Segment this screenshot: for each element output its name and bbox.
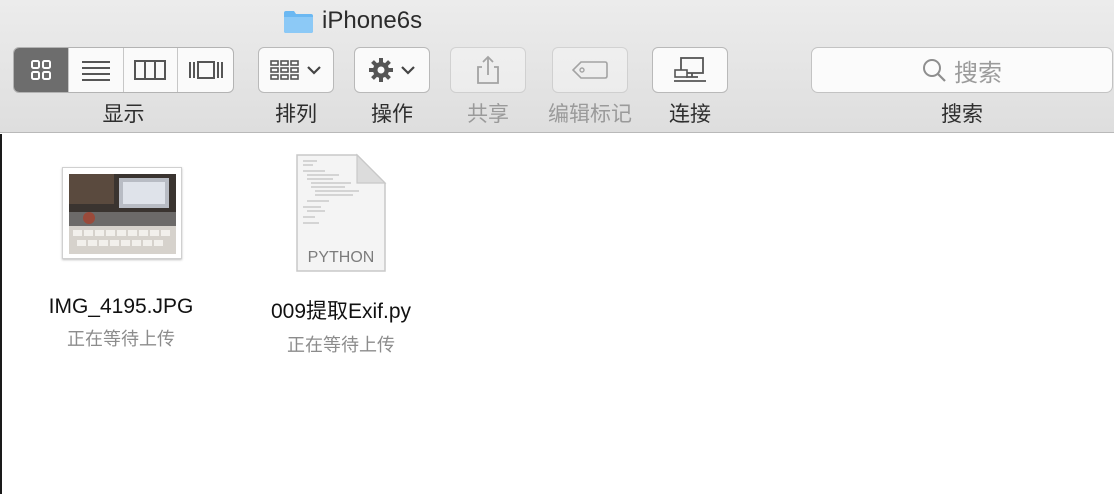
file-status: 正在等待上传 — [287, 335, 395, 355]
edit-tags-label: 编辑标记 — [548, 103, 632, 126]
share-button[interactable] — [450, 47, 526, 93]
window-title: iPhone6s — [283, 7, 422, 35]
arrange-grid-icon — [270, 60, 299, 80]
share-label: 共享 — [467, 103, 509, 126]
column-view-button[interactable] — [124, 48, 179, 92]
search-placeholder: 搜索 — [954, 59, 1002, 87]
columns-icon — [134, 60, 167, 80]
window-title-text: iPhone6s — [322, 7, 423, 34]
python-file-icon[interactable]: PYTHON — [295, 153, 387, 273]
search-label: 搜索 — [941, 103, 983, 126]
edit-tags-button[interactable] — [552, 47, 628, 93]
folder-icon — [284, 10, 313, 33]
icon-view-button[interactable] — [14, 48, 69, 92]
share-icon — [477, 55, 499, 84]
photo-preview-image — [69, 174, 176, 254]
grid-icon — [30, 60, 51, 80]
view-label: 显示 — [102, 103, 145, 126]
file-status: 正在等待上传 — [67, 329, 175, 349]
view-mode-control — [13, 47, 234, 93]
action-button[interactable] — [354, 47, 430, 93]
file-item-image[interactable]: IMG_4195.JPG 正在等待上传 — [30, 295, 212, 351]
file-name: 009提取Exif.py — [270, 300, 412, 323]
coverflow-icon — [188, 61, 223, 79]
image-thumbnail[interactable] — [62, 167, 182, 259]
list-icon — [81, 61, 110, 81]
finder-toolbar: iPhone6s 显示 排列 操作 共享 编辑标记 连接 搜索 搜索 — [0, 0, 1114, 133]
chevron-down-icon — [401, 66, 415, 75]
tag-icon — [572, 61, 608, 79]
coverflow-view-button[interactable] — [178, 48, 233, 92]
connect-server-icon — [674, 57, 706, 82]
connect-label: 连接 — [669, 103, 711, 126]
file-name: IMG_4195.JPG — [48, 295, 194, 318]
file-item-python[interactable]: 009提取Exif.py 正在等待上传 — [250, 295, 432, 357]
arrange-label: 排列 — [275, 103, 317, 126]
connect-button[interactable] — [652, 47, 728, 93]
chevron-down-icon — [307, 66, 321, 75]
list-view-button[interactable] — [69, 48, 124, 92]
search-icon — [923, 59, 946, 82]
action-label: 操作 — [371, 103, 413, 126]
gear-icon — [369, 58, 393, 82]
file-type-label: PYTHON — [307, 249, 375, 266]
arrange-button[interactable] — [258, 47, 334, 93]
search-field[interactable]: 搜索 — [811, 47, 1113, 93]
